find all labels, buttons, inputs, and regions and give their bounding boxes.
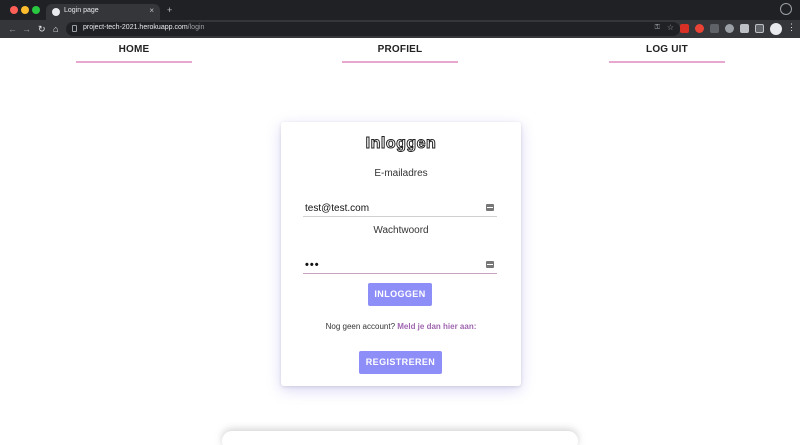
nav-logout-link[interactable]: LOG UIT — [609, 44, 725, 63]
new-tab-button[interactable]: + — [167, 5, 172, 15]
url-host: project-tech-2021.herokuapp.com — [83, 24, 188, 31]
nav-profile-link[interactable]: PROFIEL — [342, 44, 458, 63]
lock-icon[interactable] — [72, 25, 77, 32]
password-label: Wachtwoord — [373, 225, 429, 236]
email-field-wrapper — [303, 200, 497, 217]
password-field[interactable] — [305, 259, 475, 271]
browser-tab[interactable]: Login page × — [46, 4, 160, 20]
extension-icon[interactable] — [710, 24, 719, 33]
register-link[interactable]: Meld je dan hier aan: — [397, 322, 476, 331]
back-arrow-icon[interactable]: ← — [8, 23, 17, 35]
url-path: /login — [187, 24, 205, 31]
globe-icon — [52, 8, 60, 16]
extension-icon[interactable] — [680, 24, 689, 33]
extension-icon[interactable] — [695, 24, 704, 33]
close-tab-icon[interactable]: × — [149, 6, 154, 15]
no-account-text: Nog geen account? Meld je dan hier aan: — [281, 322, 521, 331]
tab-search-icon[interactable] — [780, 3, 792, 15]
address-bar[interactable]: project-tech-2021.herokuapp.com/login ⚿ … — [66, 22, 680, 36]
more-menu-icon[interactable]: ⋮ — [787, 22, 796, 33]
footer-panel — [222, 431, 578, 445]
home-icon[interactable]: ⌂ — [53, 23, 58, 35]
email-field[interactable] — [305, 202, 475, 214]
window-maximize-button[interactable] — [32, 6, 40, 14]
extension-icon[interactable] — [725, 24, 734, 33]
url-text[interactable]: project-tech-2021.herokuapp.com/login — [83, 24, 204, 31]
email-label: E-mailadres — [374, 168, 428, 179]
bookmark-star-icon[interactable]: ☆ — [667, 23, 674, 32]
window-close-button[interactable] — [10, 6, 18, 14]
browser-toolbar: ← → ↻ ⌂ project-tech-2021.herokuapp.com/… — [0, 20, 800, 38]
login-title: Inloggen — [365, 135, 437, 153]
login-button[interactable]: INLOGGEN — [368, 283, 432, 306]
browser-titlebar: Login page × + — [0, 0, 800, 20]
window-minimize-button[interactable] — [21, 6, 29, 14]
reload-icon[interactable]: ↻ — [38, 23, 46, 35]
tab-title: Login page — [64, 7, 99, 14]
nav-home-link[interactable]: HOME — [76, 44, 192, 63]
autofill-icon[interactable] — [486, 204, 494, 211]
password-field-wrapper — [303, 257, 497, 274]
autofill-icon[interactable] — [486, 261, 494, 268]
login-card: Inloggen E-mailadres Wachtwoord INLOGGEN… — [281, 122, 521, 386]
register-button[interactable]: REGISTREREN — [359, 351, 442, 374]
forward-arrow-icon[interactable]: → — [22, 23, 31, 35]
key-icon[interactable]: ⚿ — [655, 24, 660, 32]
cast-icon[interactable] — [755, 24, 764, 33]
puzzle-icon[interactable] — [740, 24, 749, 33]
no-account-label: Nog geen account? — [325, 322, 398, 331]
profile-avatar[interactable] — [770, 23, 782, 35]
page-content: HOME PROFIEL LOG UIT Inloggen E-mailadre… — [0, 38, 800, 445]
